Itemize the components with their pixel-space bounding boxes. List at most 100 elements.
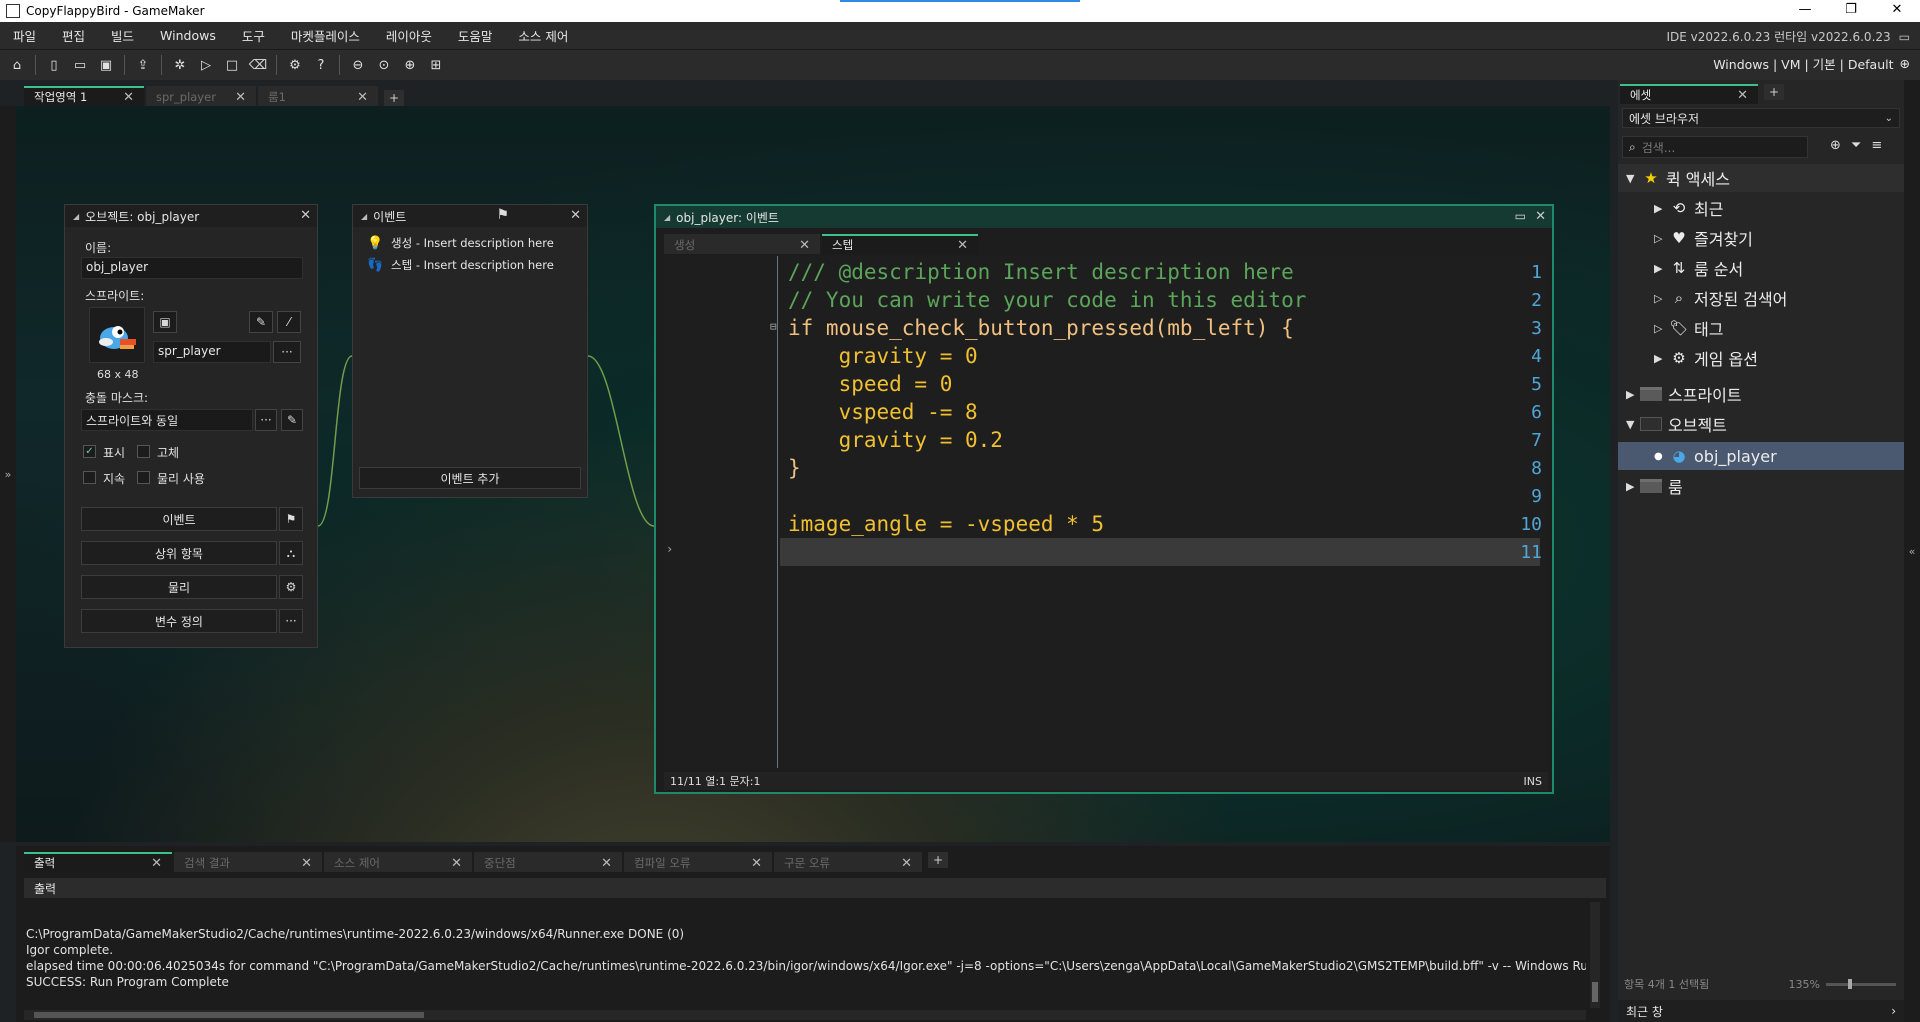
new-project-icon[interactable]: ▯	[43, 54, 65, 76]
maximize-button[interactable]: ❐	[1828, 0, 1874, 22]
asset-browser-dropdown[interactable]: 에셋 브라우저 ⌄	[1622, 108, 1900, 128]
new-sprite-icon[interactable]: ▣	[153, 311, 177, 333]
tree-obj-player[interactable]: ● ◕ obj_player	[1618, 442, 1904, 470]
code-editor[interactable]: › ⊟ 1 2 3 4 5 6 7 8 9 10 11 /// @descrip…	[664, 256, 1548, 768]
close-icon[interactable]: ✕	[957, 238, 968, 253]
scrollbar-thumb[interactable]	[1592, 982, 1598, 1002]
sprite-browse-button[interactable]: ···	[273, 341, 301, 363]
save-icon[interactable]: ▣	[95, 54, 117, 76]
tree-room-order[interactable]: ▶ ⇅ 룸 순서	[1618, 254, 1904, 282]
parent-button[interactable]: 상위 항목	[81, 541, 277, 565]
event-step[interactable]: 👣 스텝 - Insert description here	[367, 257, 554, 273]
name-field[interactable]: obj_player	[81, 257, 303, 279]
output-horizontal-scrollbar[interactable]	[24, 1010, 1586, 1020]
menu-tools[interactable]: 도구	[229, 26, 278, 45]
tab-syntax-errors[interactable]: 구문 오류 ✕	[774, 852, 922, 872]
tab-workspace-1[interactable]: 작업영역 1 ✕	[24, 86, 144, 106]
fold-icon[interactable]: ⊟	[770, 320, 777, 333]
menu-build[interactable]: 빌드	[98, 26, 147, 45]
close-icon[interactable]: ✕	[1535, 209, 1546, 224]
zoom-out-icon[interactable]: ⊖	[347, 54, 369, 76]
tree-recent[interactable]: ▶ ⟲ 최근	[1618, 194, 1904, 222]
close-icon[interactable]: ✕	[301, 856, 312, 871]
add-tab-button[interactable]: +	[928, 852, 948, 868]
menu-layout[interactable]: 레이아웃	[373, 26, 445, 45]
asset-search-input[interactable]: ⌕ 검색...	[1622, 136, 1808, 158]
zoom-slider-handle[interactable]	[1848, 978, 1852, 989]
maximize-icon[interactable]: ▭	[1515, 209, 1526, 223]
event-create[interactable]: 💡 생성 - Insert description here	[367, 235, 554, 251]
zoom-slider[interactable]	[1826, 978, 1896, 989]
gear-icon[interactable]: ⚙	[279, 575, 303, 599]
minimize-button[interactable]: —	[1782, 0, 1828, 22]
target-settings-icon[interactable]: ⊕	[1900, 56, 1910, 71]
variable-definitions-button[interactable]: 변수 정의	[81, 609, 277, 633]
recent-windows-bar[interactable]: 최근 창 ›	[1618, 1000, 1904, 1022]
solid-checkbox[interactable]	[137, 445, 150, 458]
object-panel-header[interactable]: ◢ 오브젝트: obj_player ✕	[65, 205, 317, 227]
tree-quick-access[interactable]: ▼ ★ 퀵 액세스	[1618, 164, 1904, 192]
close-icon[interactable]: ✕	[451, 856, 462, 871]
tab-assets[interactable]: 에셋 ✕	[1620, 84, 1758, 104]
menu-file[interactable]: 파일	[0, 26, 49, 45]
filter-icon[interactable]: ⏷	[1851, 138, 1861, 153]
close-icon[interactable]: ✕	[357, 90, 368, 105]
clean-icon[interactable]: ⌫	[247, 54, 269, 76]
close-icon[interactable]: ✕	[1737, 88, 1748, 103]
menu-source-control[interactable]: 소스 제어	[505, 26, 581, 45]
scrollbar-thumb[interactable]	[34, 1012, 424, 1018]
tab-spr-player[interactable]: spr_player ✕	[146, 86, 256, 106]
close-icon[interactable]: ✕	[235, 90, 246, 105]
close-icon[interactable]: ✕	[751, 856, 762, 871]
edit-mask-icon[interactable]: ✎	[281, 409, 303, 431]
close-icon[interactable]: ✕	[151, 856, 162, 871]
add-asset-icon[interactable]: ⊕	[1830, 138, 1841, 153]
help-icon[interactable]: ?	[310, 54, 332, 76]
tree-rooms[interactable]: ▶ 룸	[1618, 472, 1904, 500]
tab-output[interactable]: 출력 ✕	[24, 852, 172, 872]
edit-sprite-icon[interactable]: ✎	[249, 311, 273, 333]
output-log[interactable]: C:\ProgramData/GameMakerStudio2/Cache/ru…	[26, 926, 1586, 990]
zoom-in-icon[interactable]: ⊕	[399, 54, 421, 76]
tree-objects[interactable]: ▼ 오브젝트	[1618, 410, 1904, 438]
more-icon[interactable]: ···	[279, 609, 303, 633]
tree-saved-searches[interactable]: ▷ ⌕ 저장된 검색어	[1618, 284, 1904, 312]
add-event-button[interactable]: 이벤트 추가	[359, 467, 581, 489]
target-selector[interactable]: Windows | VM | 기본 | Default	[1713, 54, 1893, 73]
menu-windows[interactable]: Windows	[147, 28, 229, 43]
tree-favorites[interactable]: ▷ ♥ 즐겨찾기	[1618, 224, 1904, 252]
tab-breakpoints[interactable]: 중단점 ✕	[474, 852, 622, 872]
close-icon[interactable]: ✕	[601, 856, 612, 871]
workspace-canvas[interactable]: ◢ 오브젝트: obj_player ✕ 이름: obj_player 스프라이…	[16, 106, 1610, 842]
zoom-reset-icon[interactable]: ⊙	[373, 54, 395, 76]
tab-search-results[interactable]: 검색 결과 ✕	[174, 852, 322, 872]
persistent-checkbox[interactable]	[83, 471, 96, 484]
menu-edit[interactable]: 편집	[49, 26, 98, 45]
code-panel-header[interactable]: ◢ obj_player: 이벤트 ▭ ✕	[656, 206, 1552, 228]
stop-icon[interactable]: □	[221, 54, 243, 76]
settings-icon[interactable]: ⚙	[284, 54, 306, 76]
close-icon[interactable]: ✕	[123, 90, 134, 105]
collapse-icon[interactable]: ◢	[73, 212, 79, 221]
physics-button[interactable]: 물리	[81, 575, 277, 599]
close-icon[interactable]: ✕	[300, 208, 311, 223]
tree-tags[interactable]: ▷ 🏷 태그	[1618, 314, 1904, 342]
create-executable-icon[interactable]: ⇪	[132, 54, 154, 76]
open-project-icon[interactable]: ▭	[69, 54, 91, 76]
home-icon[interactable]: ⌂	[6, 54, 28, 76]
tree-game-options[interactable]: ▶ ⚙ 게임 옵션	[1618, 344, 1904, 372]
flag-icon[interactable]: ⚑	[496, 207, 509, 223]
close-window-button[interactable]: ✕	[1874, 0, 1920, 22]
output-vertical-scrollbar[interactable]	[1590, 902, 1600, 1008]
collapse-icon[interactable]: ◢	[361, 212, 367, 221]
mask-field[interactable]: 스프라이트와 동일	[81, 409, 253, 431]
flag-icon[interactable]: ⚑	[279, 507, 303, 531]
close-icon[interactable]: ✕	[570, 208, 581, 223]
left-dock-toggle[interactable]: »	[0, 106, 16, 842]
add-tab-button[interactable]: +	[1764, 84, 1784, 100]
notification-icon[interactable]: ▭	[1899, 30, 1910, 44]
add-tab-button[interactable]: +	[384, 90, 404, 106]
tree-sprites[interactable]: ▶ 스프라이트	[1618, 380, 1904, 408]
menu-help[interactable]: 도움말	[445, 26, 506, 45]
collapse-icon[interactable]: ◢	[664, 213, 670, 222]
